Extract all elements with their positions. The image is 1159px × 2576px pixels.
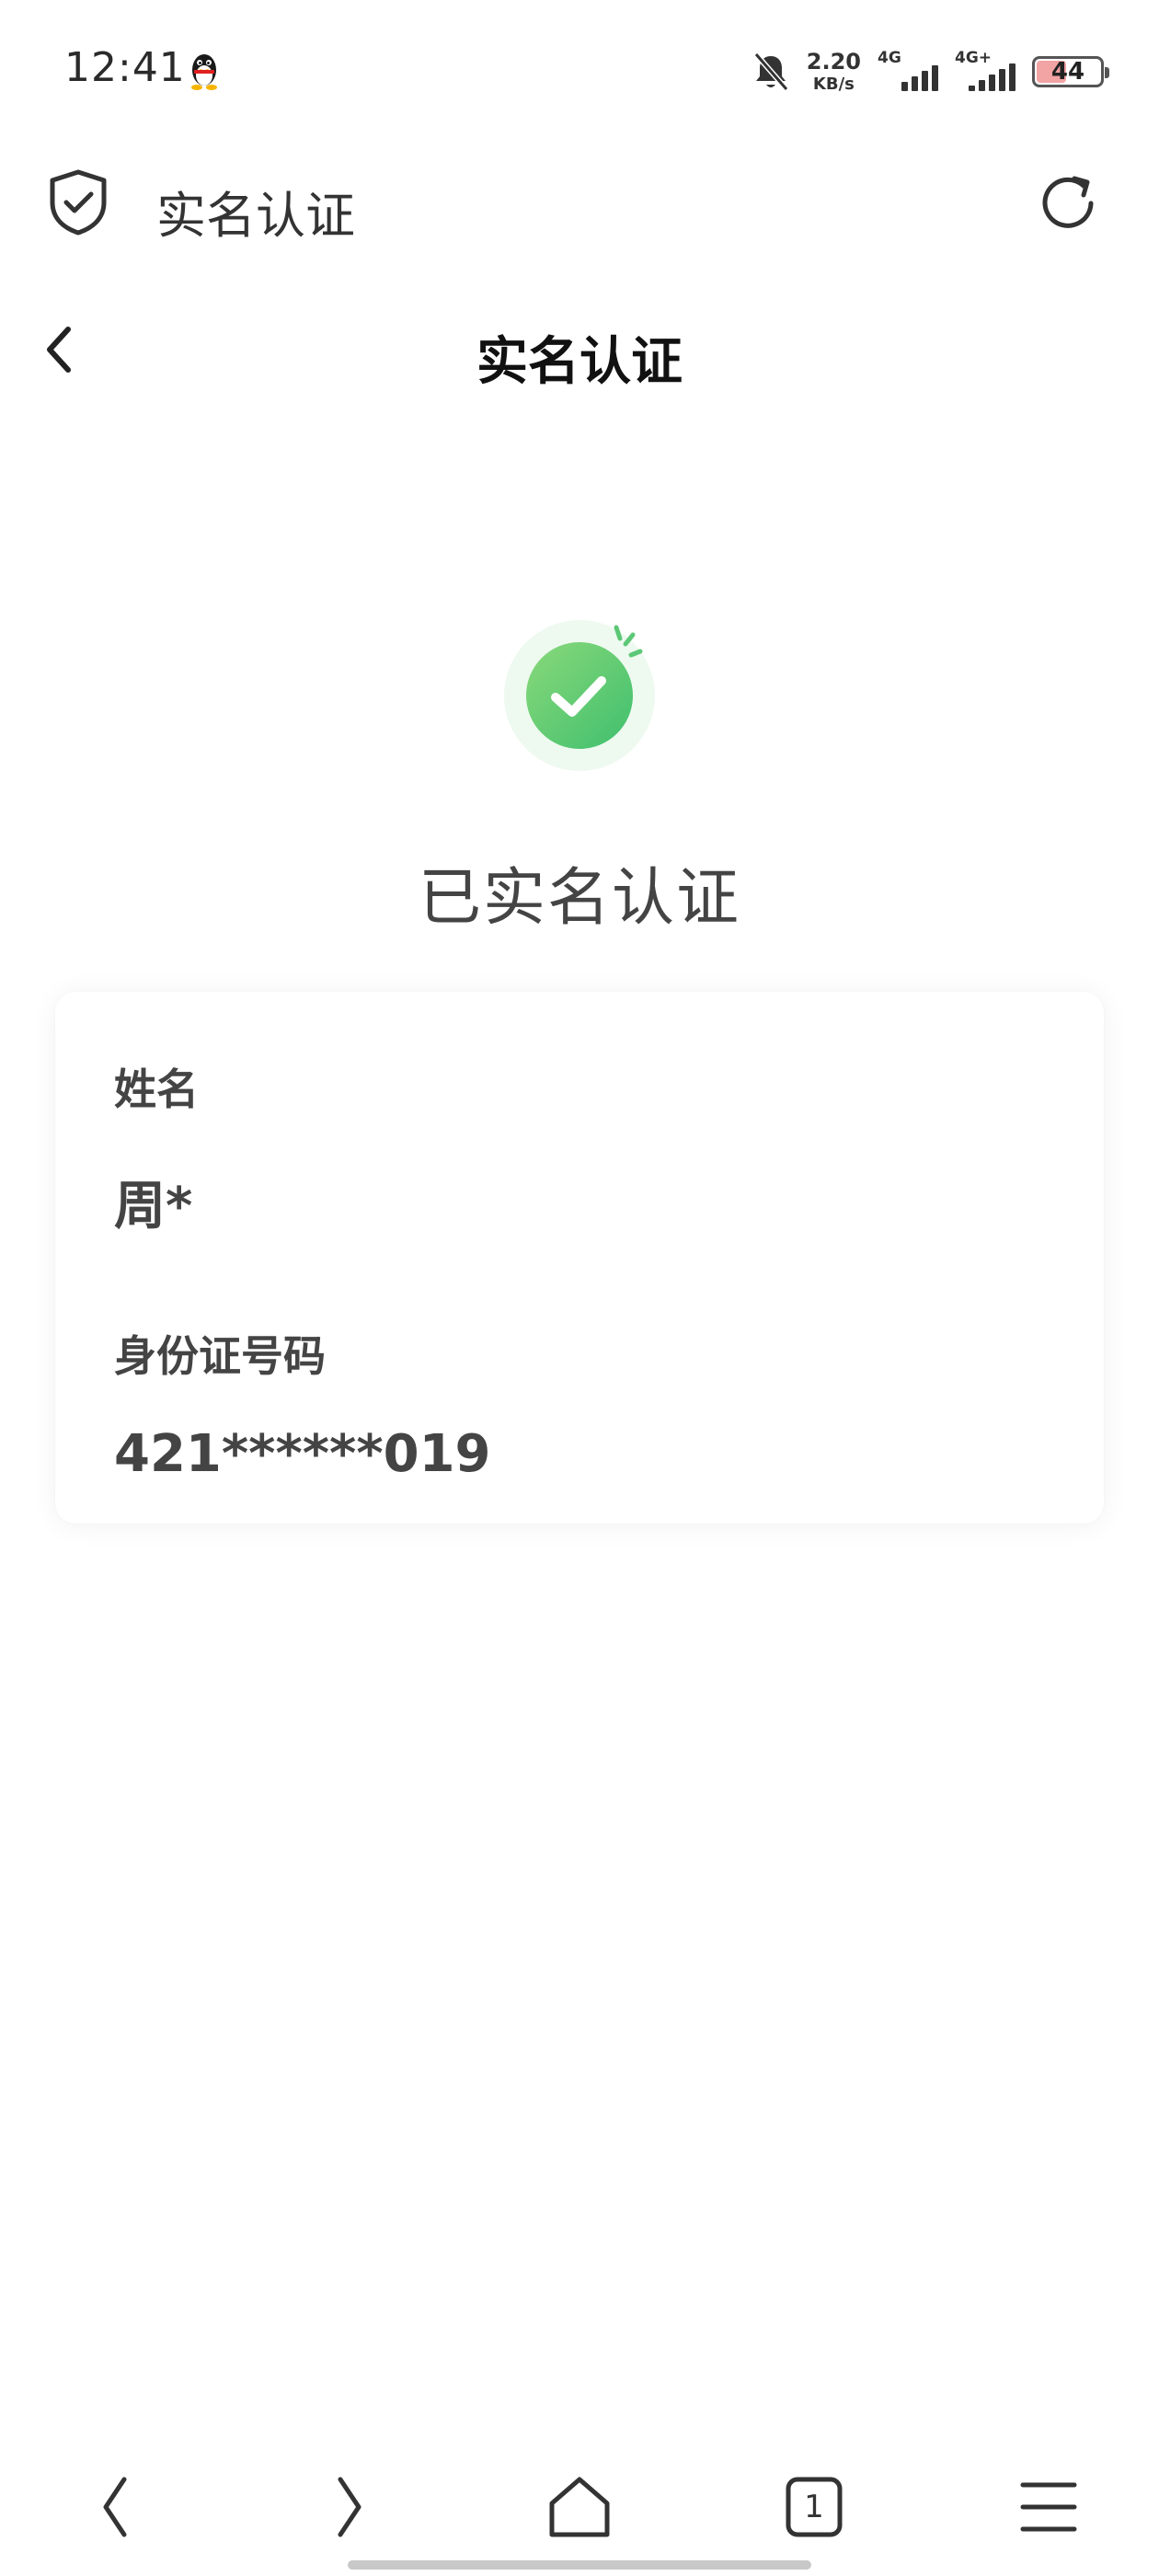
name-value: 周* xyxy=(114,1177,193,1236)
nav-home-button[interactable] xyxy=(538,2466,621,2548)
sim2-signal: 4G+ xyxy=(955,49,1016,95)
bottom-nav: 1 xyxy=(0,2447,1159,2558)
menu-icon xyxy=(1020,2482,1077,2532)
battery-level: 44 xyxy=(1050,58,1085,86)
net-speed-unit: KB/s xyxy=(812,75,855,94)
sim1-label: 4G xyxy=(878,49,901,67)
net-speed: 2.20 KB/s xyxy=(807,51,861,93)
page-title: 实名认证 xyxy=(476,332,683,392)
forward-icon xyxy=(338,2477,361,2537)
screen: 12:41 2.20 KB/s 4G 4G+ 44 实名认证 实名认证 已实名认… xyxy=(0,0,1159,2576)
nav-forward-button[interactable] xyxy=(308,2466,391,2548)
back-icon xyxy=(103,2477,127,2537)
qq-penguin-icon xyxy=(191,54,217,90)
success-check-icon xyxy=(504,620,655,771)
name-label: 姓名 xyxy=(114,1064,199,1114)
browser-title: 实名认证 xyxy=(156,187,355,245)
nav-menu-button[interactable] xyxy=(1007,2466,1090,2548)
net-speed-value: 2.20 xyxy=(806,49,861,75)
mute-bell-icon xyxy=(753,52,789,91)
sim1-signal: 4G xyxy=(878,49,938,95)
id-number-label: 身份证号码 xyxy=(114,1331,326,1381)
page-header: 实名认证 xyxy=(0,294,1159,405)
id-number-value: 421******019 xyxy=(114,1424,491,1484)
sim1-bars-icon xyxy=(901,65,938,91)
identity-info-card: 姓名 周* 身份证号码 421******019 xyxy=(55,992,1104,1524)
nav-tabs-button[interactable]: 1 xyxy=(773,2466,855,2548)
refresh-icon[interactable] xyxy=(1034,169,1102,237)
home-indicator[interactable] xyxy=(348,2560,811,2570)
sim2-bars-icon xyxy=(969,63,1016,91)
battery-icon: 44 xyxy=(1032,56,1109,87)
status-right: 2.20 KB/s 4G 4G+ 44 xyxy=(752,46,1109,98)
shield-check-icon[interactable] xyxy=(46,167,110,237)
browser-bar: 实名认证 xyxy=(0,147,1159,258)
status-bar: 12:41 2.20 KB/s 4G 4G+ 44 xyxy=(0,0,1159,138)
home-icon xyxy=(549,2477,610,2537)
status-time: 12:41 xyxy=(64,44,186,91)
nav-back-button[interactable] xyxy=(74,2466,156,2548)
verified-status-text: 已实名认证 xyxy=(418,862,740,935)
tab-count: 1 xyxy=(804,2489,824,2525)
